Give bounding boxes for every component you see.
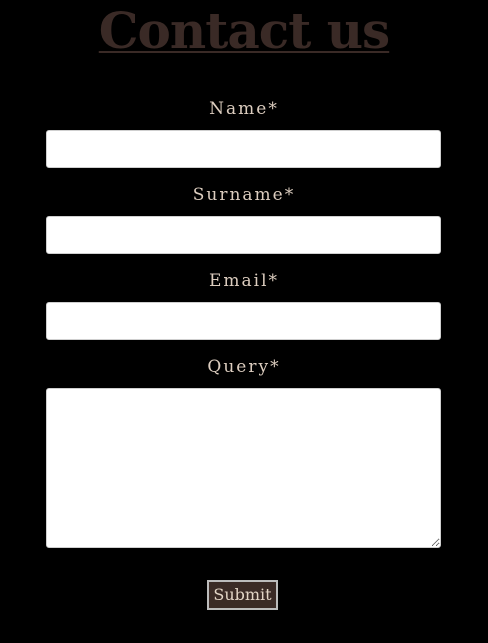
surname-input[interactable] bbox=[46, 216, 441, 254]
email-label: Email* bbox=[208, 271, 280, 291]
name-label: Name* bbox=[209, 99, 279, 119]
name-input[interactable] bbox=[46, 130, 441, 168]
query-textarea[interactable] bbox=[46, 388, 441, 548]
query-label: Query* bbox=[207, 357, 281, 377]
contact-page: Contact us Name* Surname* Email* Query* … bbox=[0, 0, 488, 643]
surname-label: Surname* bbox=[192, 185, 296, 205]
page-title: Contact us bbox=[98, 1, 390, 60]
email-input[interactable] bbox=[46, 302, 441, 340]
submit-button[interactable]: Submit bbox=[207, 580, 278, 610]
